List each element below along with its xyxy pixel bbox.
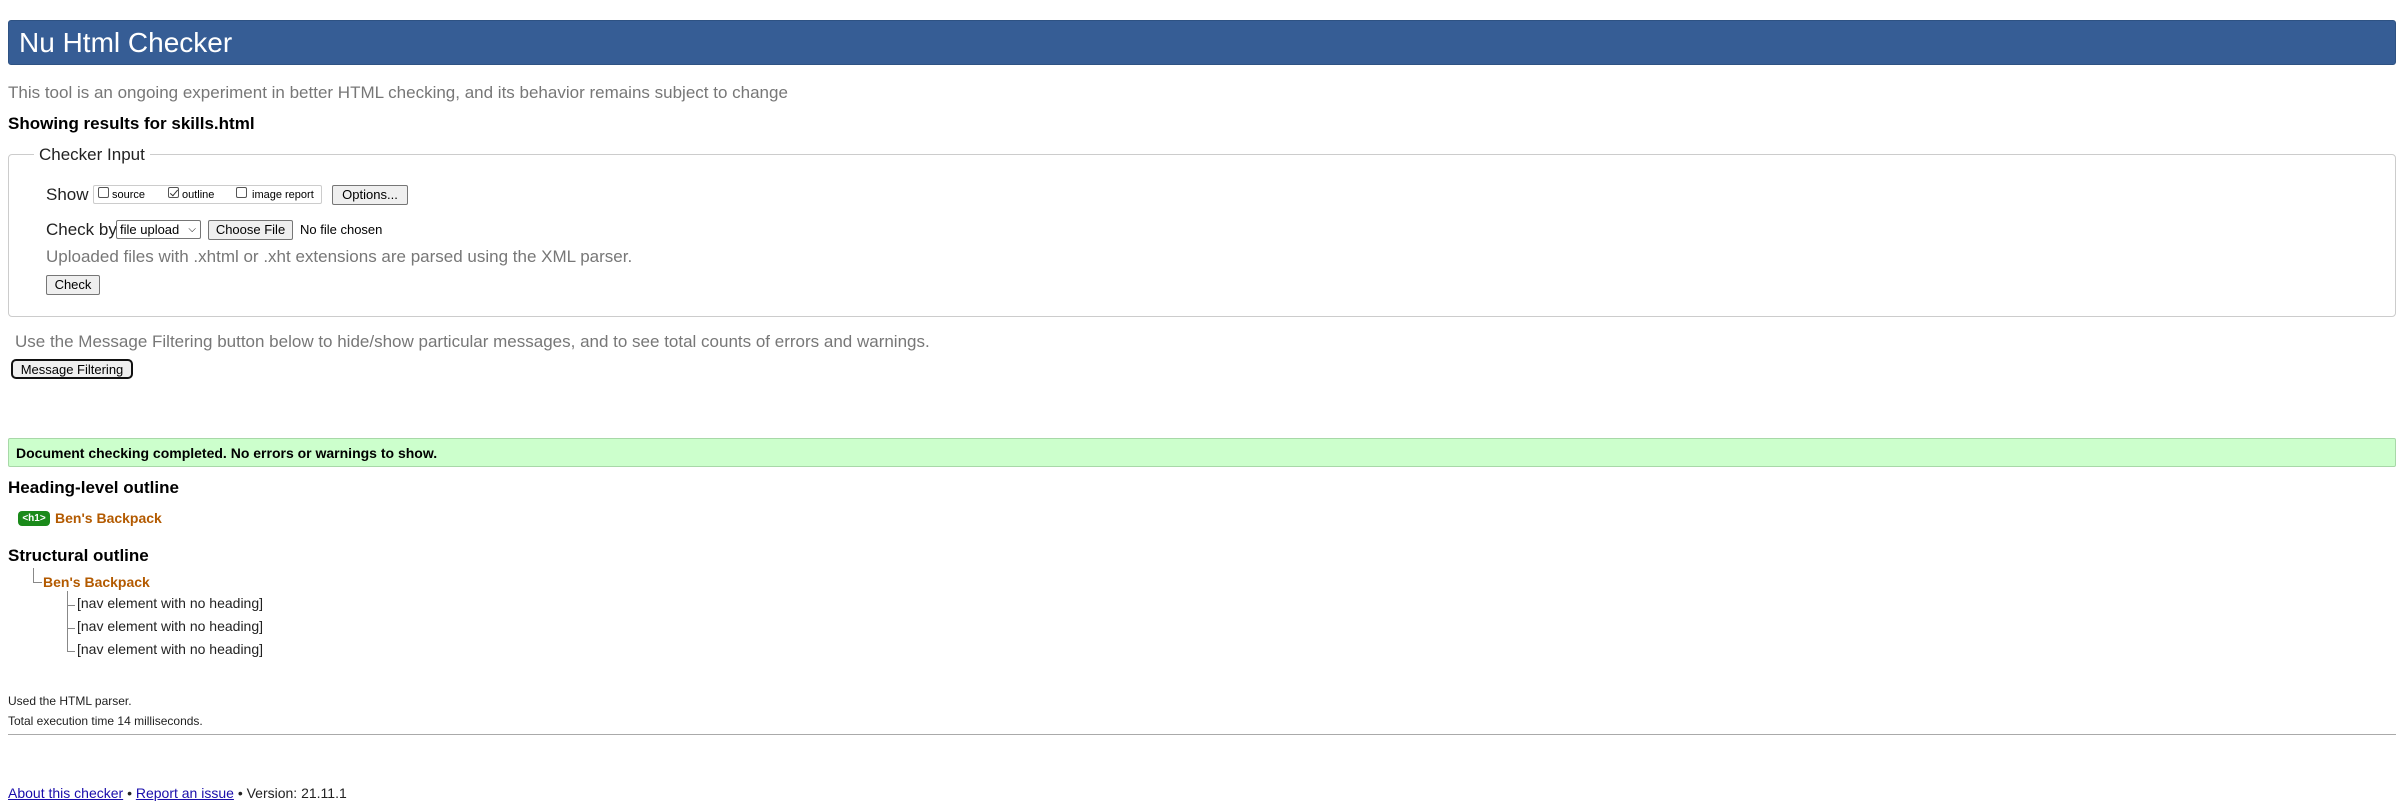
report-issue-link[interactable]: Report an issue (136, 785, 234, 801)
footer-separator: • (127, 785, 132, 801)
structural-outline-item: [nav element with no heading] (77, 595, 264, 611)
execution-time: Total execution time 14 milliseconds. (8, 714, 203, 728)
structural-outline-title: Structural outline (8, 546, 149, 565)
version-text: Version: 21.11.1 (246, 785, 347, 801)
no-file-text: No file chosen (300, 222, 383, 237)
image-report-checkbox-label[interactable]: image report (252, 189, 314, 201)
check-by-value: file upload (120, 222, 180, 237)
outline-checkbox[interactable] (168, 187, 179, 198)
footer: About this checker • Report an issue • V… (8, 784, 347, 802)
header-banner: Nu Html Checker (8, 20, 2396, 65)
chevron-down-icon: ⌵ (188, 224, 196, 235)
message-filtering-button[interactable]: Message Filtering (11, 359, 133, 379)
tree-connector (67, 651, 75, 652)
tree-connector (67, 605, 75, 606)
outline-checkbox-label[interactable]: outline (182, 189, 214, 201)
checker-input-legend: Checker Input (34, 144, 150, 166)
heading-outline-item: Ben's Backpack (55, 510, 162, 526)
heading-outline-title: Heading-level outline (8, 478, 179, 497)
structural-outline-root: Ben's Backpack (43, 574, 150, 590)
filtering-note: Use the Message Filtering button below t… (15, 332, 930, 351)
showing-results-heading: Showing results for skills.html (8, 114, 255, 133)
footer-separator: • (237, 785, 243, 801)
source-checkbox[interactable] (98, 187, 109, 198)
source-checkbox-label[interactable]: source (112, 189, 145, 201)
options-button[interactable]: Options... (332, 185, 408, 205)
show-label: Show (46, 185, 89, 204)
image-report-checkbox[interactable] (236, 187, 247, 198)
divider (8, 734, 2396, 735)
tree-connector (33, 582, 42, 583)
tree-connector (33, 568, 34, 582)
tree-connector (67, 591, 68, 651)
structural-outline-item: [nav element with no heading] (77, 641, 264, 657)
app-title: Nu Html Checker (19, 27, 233, 58)
tree-connector (67, 628, 75, 629)
h1-tag-badge: <h1> (18, 511, 50, 526)
result-message: Document checking completed. No errors o… (16, 445, 438, 461)
check-button[interactable]: Check (46, 275, 100, 295)
choose-file-button[interactable]: Choose File (208, 220, 293, 240)
result-message-box: Document checking completed. No errors o… (8, 438, 2396, 467)
parser-note: Used the HTML parser. (8, 694, 132, 708)
check-by-label: Check by (46, 220, 117, 239)
about-link[interactable]: About this checker (8, 785, 123, 801)
upload-note: Uploaded files with .xhtml or .xht exten… (46, 247, 633, 266)
check-by-select[interactable]: file upload ⌵ (116, 220, 201, 239)
experiment-note: This tool is an ongoing experiment in be… (8, 83, 788, 102)
structural-outline-item: [nav element with no heading] (77, 618, 264, 634)
